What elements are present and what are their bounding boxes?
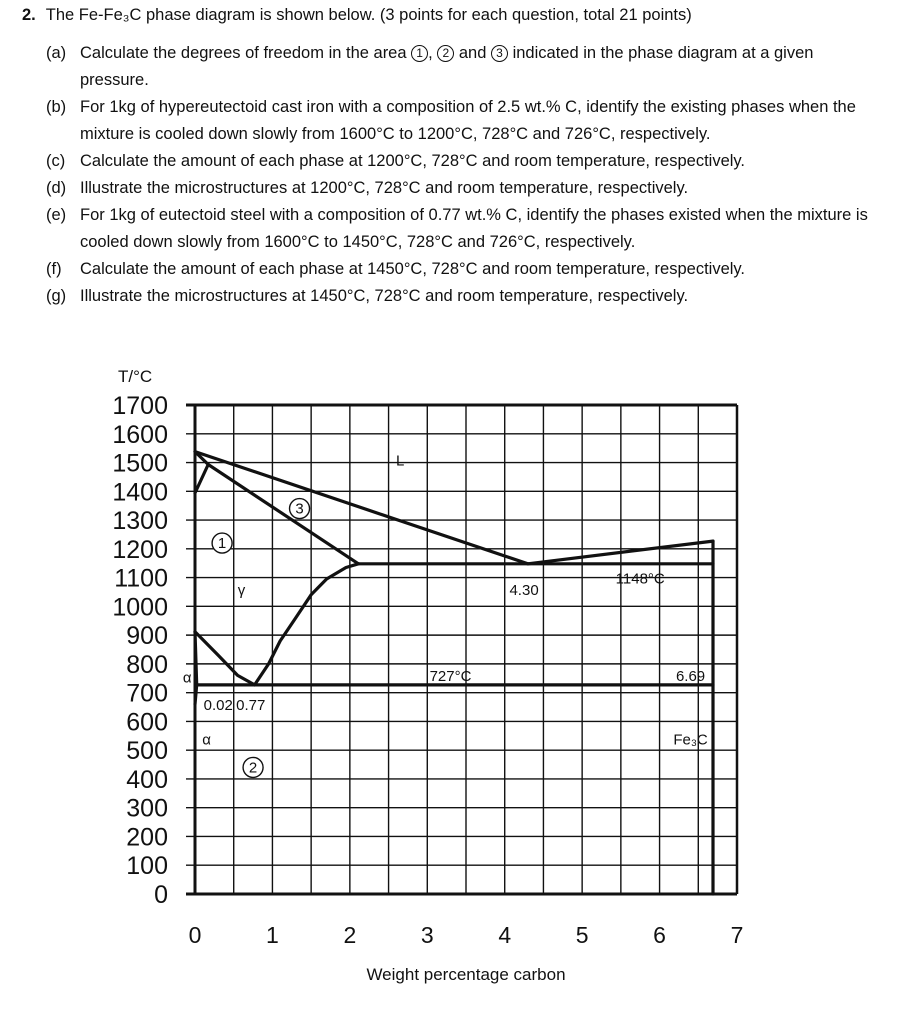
annotation-label: 1148°C [616, 570, 665, 587]
grid [186, 403, 739, 896]
curve-A3-line [193, 630, 257, 687]
y-tick-label: 1500 [112, 450, 168, 478]
y-tick-label: 600 [126, 708, 168, 736]
region-number: 3 [295, 501, 303, 518]
y-tick-label: 1000 [112, 593, 168, 621]
curve-liquidus-left [193, 450, 530, 566]
y-tick-label: 1300 [112, 507, 168, 535]
annotation-label: Fe₃C [673, 731, 708, 748]
annotation-label: α [183, 670, 192, 687]
y-tick-label: 1700 [112, 392, 168, 420]
phase-diagram-chart: T/°C Weight percentage carbon 1700160015… [112, 367, 744, 984]
annotation-label: 4.30 [509, 582, 538, 599]
curve-Acm-line [253, 562, 360, 687]
annotation-label: 6.69 [676, 668, 705, 685]
annotation-label: 727°C [430, 668, 472, 685]
y-tick-label: 800 [126, 651, 168, 679]
x-tick-label: 7 [731, 922, 744, 948]
annotation-label: α [202, 731, 211, 748]
annotation-label: 0.77 [236, 697, 265, 714]
x-tick-label: 6 [653, 922, 666, 948]
y-tick-label: 700 [126, 680, 168, 708]
y-tick-label: 200 [126, 823, 168, 851]
y-axis-label: T/°C [118, 367, 152, 386]
x-tick-label: 1 [266, 922, 279, 948]
x-axis-label: Weight percentage carbon [366, 965, 565, 984]
annotation-label: L [396, 452, 404, 469]
region-number: 1 [218, 535, 226, 552]
y-tick-label: 100 [126, 852, 168, 880]
annotation-label: 0.02 [204, 697, 233, 714]
x-tick-label: 4 [498, 922, 511, 948]
curve-alpha-solvus-lower [193, 683, 199, 706]
circled-region-label: 2 [242, 756, 264, 779]
circled-region-label: 1 [211, 532, 233, 554]
y-tick-label: 0 [154, 881, 168, 909]
x-tick-label: 5 [576, 922, 589, 948]
y-tick-label: 1400 [112, 478, 168, 506]
y-tick-label: 1100 [114, 565, 168, 593]
x-tick-label: 2 [343, 922, 356, 948]
y-tick-label: 1600 [112, 421, 168, 449]
region-number: 2 [249, 759, 257, 776]
x-tick-label: 3 [421, 922, 434, 948]
curve-alpha-solvus-upper [193, 630, 199, 687]
y-tick-label: 500 [126, 737, 168, 765]
y-tick-label: 400 [126, 766, 168, 794]
curve-delta-boundary [193, 450, 210, 495]
y-tick-label: 300 [126, 795, 168, 823]
circled-region-label: 3 [288, 497, 311, 520]
annotation-label: γ [238, 582, 246, 599]
x-tick-label: 0 [189, 922, 202, 948]
y-tick-label: 1200 [112, 536, 168, 564]
y-tick-label: 900 [126, 622, 168, 650]
